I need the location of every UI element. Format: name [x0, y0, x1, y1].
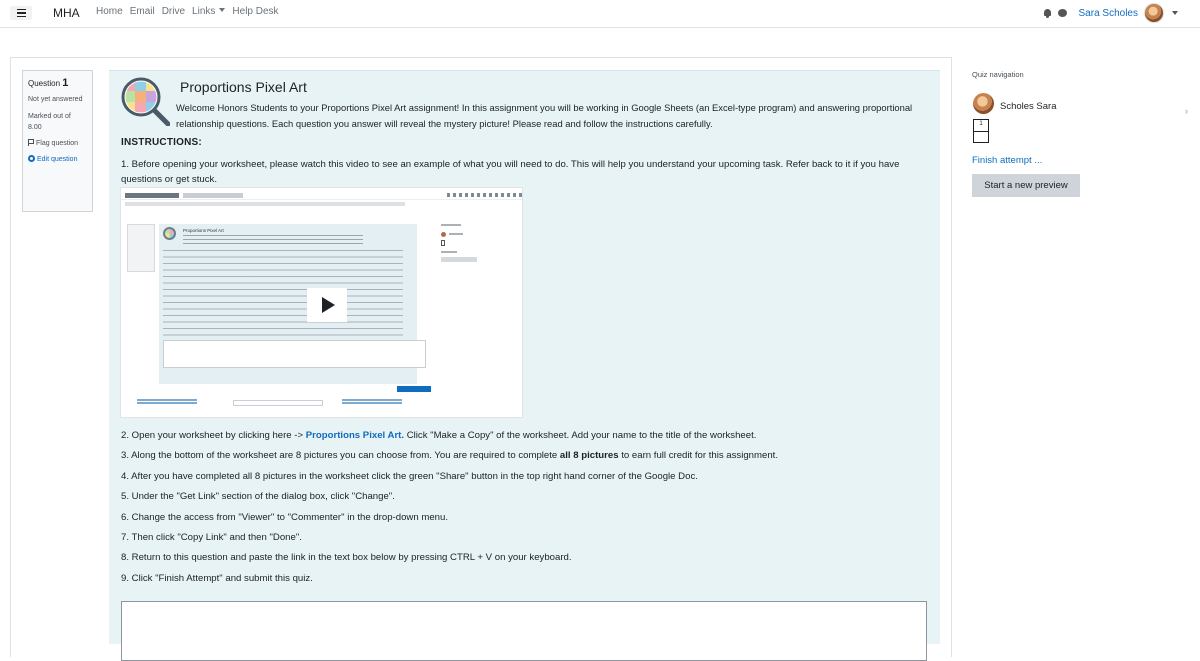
nav-email[interactable]: Email — [130, 6, 155, 18]
quiz-navigation-title: Quiz navigation — [972, 70, 1024, 79]
question-info: Question 1 Not yet answered Marked out o… — [22, 70, 93, 212]
quiz-nav-question-button[interactable]: 1 — [973, 119, 989, 143]
flag-icon — [28, 139, 34, 146]
nav-help-desk[interactable]: Help Desk — [232, 6, 278, 18]
step-2: 2. Open your worksheet by clicking here … — [121, 430, 757, 441]
menu-icon[interactable] — [10, 6, 32, 20]
video-mini-answer-box — [163, 340, 426, 368]
top-nav: Home Email Drive Links Help Desk — [96, 6, 286, 18]
video-mini-toolbar — [447, 193, 522, 197]
user-menu-caret-icon[interactable] — [1172, 11, 1178, 15]
caret-down-icon — [219, 8, 226, 12]
pixel-art-logo-icon — [121, 77, 170, 126]
step-4: 4. After you have completed all 8 pictur… — [121, 470, 698, 482]
bell-icon[interactable] — [1043, 8, 1052, 18]
top-navbar: MHA Home Email Drive Links Help Desk Sar… — [0, 0, 1200, 28]
question-marks-label: Marked out of — [28, 113, 71, 120]
step-1: 1. Before opening your worksheet, please… — [121, 159, 900, 185]
instructions-heading: INSTRUCTIONS: — [121, 137, 202, 148]
chat-icon[interactable] — [1057, 9, 1067, 17]
answer-textbox[interactable] — [121, 601, 927, 661]
video-mini-sidebar — [441, 224, 481, 268]
page-title: Proportions Pixel Art — [180, 79, 307, 95]
avatar[interactable] — [1144, 3, 1164, 23]
quiz-nav-user: Scholes Sara — [1000, 101, 1057, 112]
edit-question-link[interactable]: Edit question — [28, 154, 87, 165]
nav-home[interactable]: Home — [96, 6, 123, 18]
nav-links-label: Links — [192, 6, 216, 17]
video-mini-intro-lines — [183, 235, 363, 245]
step-8: 8. Return to this question and paste the… — [121, 552, 572, 564]
nav-links-dropdown[interactable]: Links — [192, 6, 226, 18]
steps-list: 2. Open your worksheet by clicking here … — [121, 428, 931, 591]
step-7: 7. Then click "Copy Link" and then "Done… — [121, 531, 302, 543]
user-area: Sara Scholes — [1043, 2, 1178, 24]
question-marks: 8.00 — [28, 124, 42, 131]
worksheet-link[interactable]: Proportions Pixel Art. — [306, 430, 404, 441]
gear-icon — [28, 155, 35, 162]
step-3: 3. Along the bottom of the worksheet are… — [121, 450, 779, 462]
video-mini-question-info — [127, 224, 155, 272]
video-mini-footer — [137, 399, 507, 409]
nav-drive[interactable]: Drive — [162, 6, 185, 18]
intro-text: Welcome Honors Students to your Proporti… — [176, 102, 913, 129]
chevron-right-icon[interactable]: › — [1185, 106, 1188, 116]
video-mini-button — [397, 386, 431, 392]
step-9: 9. Click "Finish Attempt" and submit thi… — [121, 572, 313, 584]
step-6: 6. Change the access from "Viewer" to "C… — [121, 511, 448, 523]
step-5: 5. Under the "Get Link" section of the d… — [121, 491, 395, 503]
question-number: Question 1 — [28, 77, 69, 89]
user-name[interactable]: Sara Scholes — [1079, 8, 1138, 19]
video-mini-logo-icon — [163, 227, 176, 240]
site-brand[interactable]: MHA — [53, 6, 80, 20]
start-new-preview-button[interactable]: Start a new preview — [972, 174, 1080, 197]
play-icon[interactable] — [307, 288, 347, 322]
quiz-nav-avatar — [973, 93, 994, 114]
flag-question[interactable]: Flag question — [28, 138, 87, 149]
video-mini-text-lines — [163, 250, 403, 340]
video-mini-title: Proportions Pixel Art — [183, 228, 224, 233]
finish-attempt-link[interactable]: Finish attempt ... — [972, 155, 1042, 166]
video-mini-breadcrumb — [125, 202, 405, 206]
question-status: Not yet answered — [28, 96, 83, 103]
